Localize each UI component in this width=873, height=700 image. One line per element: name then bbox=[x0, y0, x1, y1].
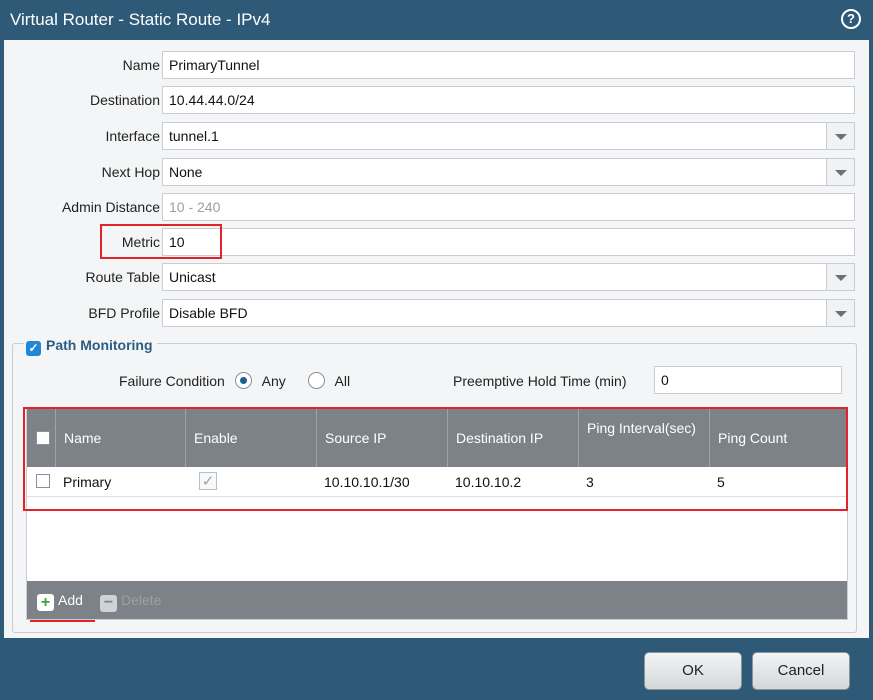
ok-button[interactable]: OK bbox=[644, 652, 742, 690]
checkbox-checked-icon[interactable]: ✓ bbox=[26, 341, 41, 356]
admin-distance-row: Admin Distance 10 - 240 bbox=[4, 193, 869, 221]
name-row: Name PrimaryTunnel bbox=[4, 51, 869, 79]
route-table-value: Unicast bbox=[169, 269, 216, 285]
interface-value: tunnel.1 bbox=[169, 128, 219, 144]
delete-button: − Delete bbox=[100, 590, 161, 612]
radio-all[interactable] bbox=[307, 372, 325, 389]
dialog-title: Virtual Router - Static Route - IPv4 bbox=[10, 10, 271, 29]
failure-condition: Failure Condition Any All bbox=[119, 370, 350, 392]
help-icon[interactable]: ? bbox=[841, 9, 861, 29]
next-hop-select[interactable]: None bbox=[162, 158, 855, 186]
delete-label: Delete bbox=[121, 592, 162, 608]
chevron-down-icon[interactable] bbox=[826, 264, 854, 290]
minus-icon: − bbox=[100, 595, 117, 612]
admin-distance-input[interactable]: 10 - 240 bbox=[162, 193, 855, 221]
bfd-profile-select[interactable]: Disable BFD bbox=[162, 299, 855, 327]
admin-distance-label: Admin Distance bbox=[61, 199, 160, 215]
add-label: Add bbox=[58, 592, 83, 608]
metric-highlight-box bbox=[100, 224, 222, 259]
interface-select[interactable]: tunnel.1 bbox=[162, 122, 855, 150]
radio-all-label: All bbox=[334, 373, 351, 389]
dialog-body: Name PrimaryTunnel Destination 10.44.44.… bbox=[4, 40, 869, 638]
bfd-profile-row: BFD Profile Disable BFD bbox=[4, 299, 869, 327]
next-hop-label: Next Hop bbox=[101, 164, 160, 180]
route-table-row: Route Table Unicast bbox=[4, 263, 869, 291]
chevron-down-icon[interactable] bbox=[826, 300, 854, 326]
name-input[interactable]: PrimaryTunnel bbox=[162, 51, 855, 79]
cancel-button[interactable]: Cancel bbox=[752, 652, 850, 690]
preemptive-hold-label: Preemptive Hold Time (min) bbox=[453, 373, 627, 389]
next-hop-row: Next Hop None bbox=[4, 158, 869, 186]
destination-label: Destination bbox=[89, 92, 160, 108]
failure-condition-label: Failure Condition bbox=[119, 373, 225, 389]
add-underline bbox=[30, 620, 95, 622]
dialog-title-bar: Virtual Router - Static Route - IPv4 ? bbox=[0, 0, 873, 40]
preemptive-hold-input[interactable]: 0 bbox=[654, 366, 842, 394]
route-table-select[interactable]: Unicast bbox=[162, 263, 855, 291]
add-button[interactable]: + Add bbox=[37, 590, 83, 611]
bfd-profile-label: BFD Profile bbox=[88, 305, 160, 321]
path-monitoring-toggle[interactable]: ✓ Path Monitoring bbox=[24, 334, 157, 356]
path-monitoring-label: Path Monitoring bbox=[46, 337, 153, 353]
radio-any-label: Any bbox=[261, 373, 286, 389]
plus-icon: + bbox=[37, 594, 54, 611]
bfd-profile-value: Disable BFD bbox=[169, 305, 248, 321]
chevron-down-icon[interactable] bbox=[826, 159, 854, 185]
chevron-down-icon[interactable] bbox=[826, 123, 854, 149]
next-hop-value: None bbox=[169, 164, 203, 180]
metric-input[interactable]: 10 bbox=[162, 228, 855, 256]
destination-input[interactable]: 10.44.44.0/24 bbox=[162, 86, 855, 114]
table-toolbar: + Add − Delete bbox=[27, 581, 847, 619]
radio-any[interactable] bbox=[234, 372, 252, 389]
interface-label: Interface bbox=[105, 128, 160, 144]
interface-row: Interface tunnel.1 bbox=[4, 122, 869, 150]
name-label: Name bbox=[122, 57, 160, 73]
table-highlight-box bbox=[23, 407, 848, 511]
destination-row: Destination 10.44.44.0/24 bbox=[4, 86, 869, 114]
route-table-label: Route Table bbox=[85, 269, 160, 285]
